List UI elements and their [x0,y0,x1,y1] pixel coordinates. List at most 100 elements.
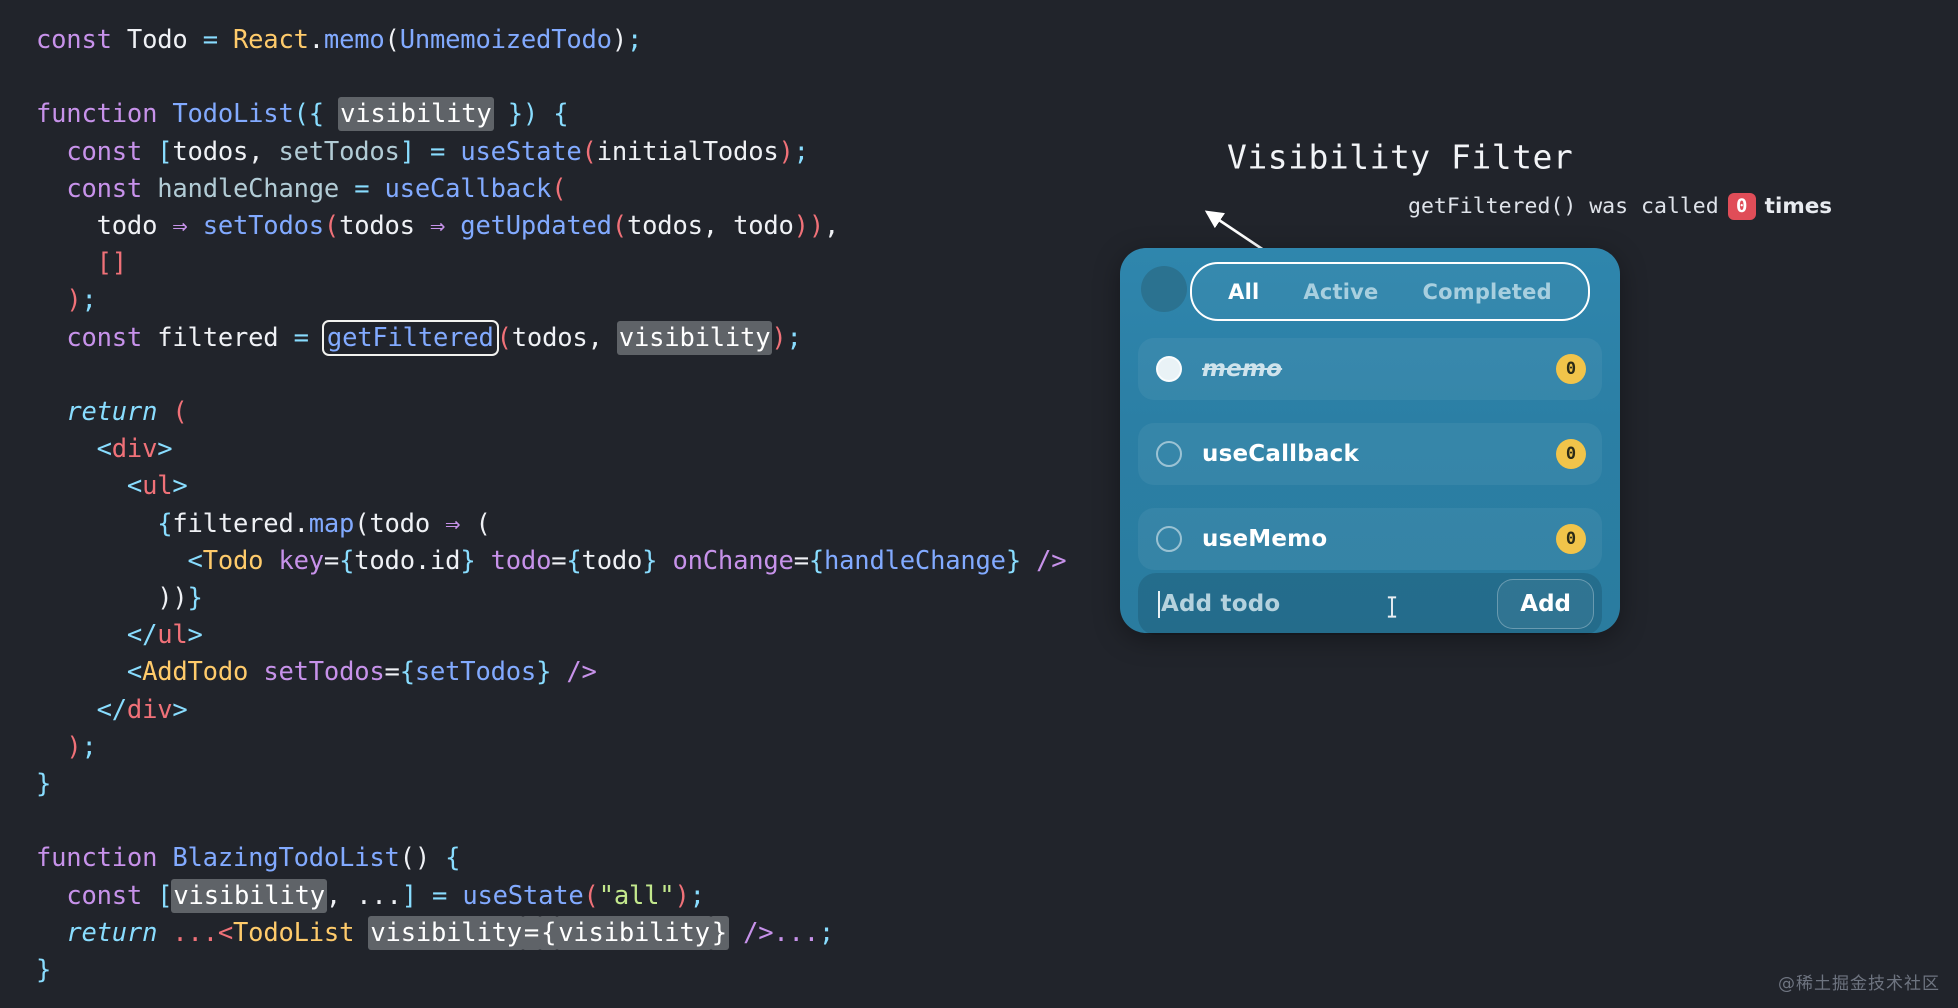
code-token: () [399,843,431,874]
code-token: useState [460,136,582,167]
code-token: { [808,545,824,576]
add-todo-input[interactable]: Add todo [1158,573,1497,635]
code-token: ( [581,136,597,167]
code-token: ( [611,211,627,242]
code-token: function [36,99,158,130]
todo-app-card: All Active Completed memo 0 useCallback … [1120,248,1620,635]
todo-list-item[interactable]: useCallback 0 [1138,423,1602,485]
code-token-highlighted: visibility [171,878,327,913]
code-token: ; [818,917,835,948]
code-token: /> [566,657,597,688]
code-line: function TodoList({ visibility }) { [36,96,1120,133]
add-button[interactable]: Add [1497,579,1594,629]
code-token: ( [384,25,400,55]
code-token: todo [733,211,794,242]
call-count-prefix: getFiltered() was called [1408,194,1719,219]
code-token: /> [1036,545,1067,576]
code-line: return ( [36,394,1120,431]
code-token: { [308,99,340,130]
code-token: const [36,25,112,55]
checkbox-icon[interactable] [1156,441,1182,467]
code-token: } [187,583,203,614]
code-token: ul [157,620,188,651]
code-token: = [551,545,567,576]
code-token: > [172,694,188,725]
todo-list-item[interactable]: memo 0 [1138,338,1602,400]
code-token: = [202,25,218,55]
code-token: ... [172,917,218,948]
code-token: getUpdated [460,211,612,242]
code-token: AddTodo [142,657,249,688]
checkbox-icon[interactable] [1156,356,1182,382]
code-token: { [399,657,415,688]
call-count-suffix: times [1764,194,1833,219]
todo-list-item[interactable]: useMemo 0 [1138,508,1602,570]
code-line: const [todos, setTodos] = useState(initi… [36,134,1120,171]
code-line: <Todo key={todo.id} todo={todo} onChange… [36,543,1120,580]
todo-label: memo [1202,356,1283,382]
code-token: const [66,322,143,353]
code-line: <ul> [36,468,1120,505]
code-token: ) [771,322,787,353]
code-token: "all" [598,880,675,911]
code-token: todos [172,136,249,167]
code-token: ; [793,136,809,167]
code-token: ( [496,322,512,353]
code-token: filtered [157,322,279,353]
code-token: ) [674,880,690,911]
todo-label: useCallback [1202,441,1359,467]
code-token: )) [157,583,188,614]
code-token: ; [626,25,643,55]
code-token: key [278,545,324,576]
code-token: todos [339,211,415,242]
code-token: todo [96,211,158,242]
code-token: function [36,843,158,874]
code-token: . [308,25,324,55]
code-token: todo [369,508,430,539]
code-token-highlighted: visibility [616,320,773,355]
code-token: const [66,136,143,167]
code-token: ; [786,322,802,353]
code-token: ) [611,25,627,55]
tab-completed[interactable]: Completed [1423,280,1552,304]
code-line: const handleChange = useCallback( [36,171,1120,208]
tab-active[interactable]: Active [1303,280,1378,304]
checkbox-icon[interactable] [1156,526,1182,552]
code-token: ; [81,285,97,316]
text-caret [1158,590,1160,618]
code-token-highlighted: visibility [368,915,524,950]
visibility-filter-tabs[interactable]: All Active Completed [1190,262,1590,321]
code-token: div [111,434,158,465]
code-token: handleChange [157,173,340,204]
code-token: const [66,880,143,911]
code-token: < [187,545,203,576]
code-line: </div> [36,692,1120,729]
code-token: , [325,880,357,911]
code-token: todo [490,545,552,576]
code-token: ... [356,880,402,911]
tab-all[interactable]: All [1228,280,1259,304]
add-todo-placeholder: Add todo [1161,591,1281,617]
code-token: ... [773,917,819,948]
